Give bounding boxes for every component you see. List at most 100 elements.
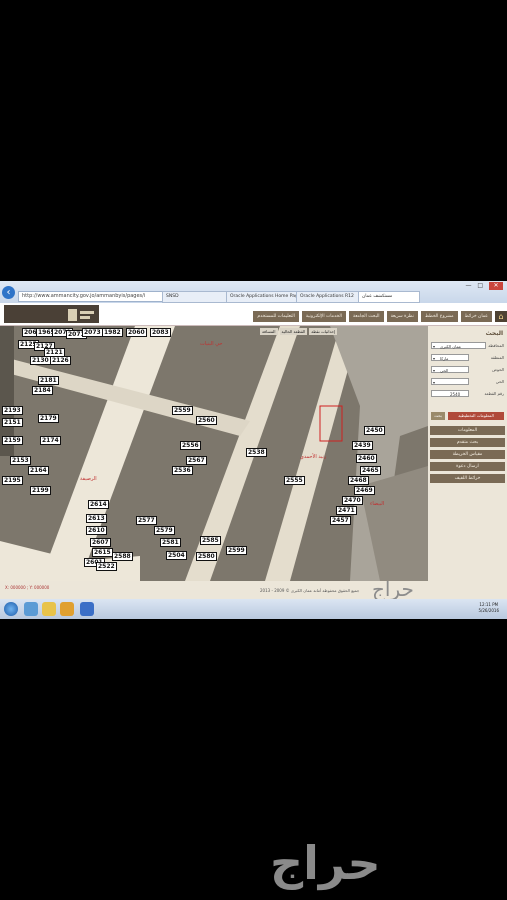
parcel-label[interactable]: 2073: [82, 328, 103, 337]
search-button[interactable]: بحث: [431, 412, 445, 420]
panel-title: البحث: [485, 330, 503, 337]
address-bar[interactable]: http://www.ammancity.gov.jo/ammanbyis/pa…: [18, 291, 163, 302]
parcel-label[interactable]: 2465: [360, 466, 381, 475]
browser-chrome: ‹ http://www.ammancity.gov.jo/ammanbyis/…: [0, 281, 507, 303]
nav-e-services[interactable]: الخدمات الإلكترونية: [301, 311, 346, 322]
parcel-label[interactable]: 2559: [172, 406, 193, 415]
parcel-label[interactable]: 1982: [102, 328, 123, 337]
parcel-label[interactable]: 2580: [196, 552, 217, 561]
browser-tab-oracle-home[interactable]: Oracle Applications Home Page: [226, 291, 300, 303]
district-label: المنطقة: [490, 355, 504, 360]
parcel-label[interactable]: 2581: [160, 538, 181, 547]
governorate-label: المحافظة: [488, 343, 504, 348]
parcel-label[interactable]: 2450: [364, 426, 385, 435]
parcel-label[interactable]: 2199: [30, 486, 51, 495]
parcel-label[interactable]: 2159: [2, 436, 23, 445]
amman-logo: [4, 305, 99, 323]
parcel-number-label: رقم القطعة: [484, 391, 505, 396]
menu-send-invite[interactable]: ارسال دعوة: [430, 462, 505, 471]
parcel-label[interactable]: 2567: [186, 456, 207, 465]
browser-tab-snsd[interactable]: SNSD: [162, 291, 228, 303]
district-select[interactable]: ▾ ماركا: [431, 354, 469, 361]
parcel-label[interactable]: 2130: [30, 356, 51, 365]
parcel-label[interactable]: 2610: [86, 526, 107, 535]
minimize-button[interactable]: —: [465, 282, 473, 289]
chevron-down-icon: ▾: [433, 380, 436, 385]
parcel-label[interactable]: 2439: [352, 441, 373, 450]
parcel-label[interactable]: 2560: [196, 416, 217, 425]
nav-quick-view[interactable]: نظرة سريعة: [386, 311, 418, 322]
close-button[interactable]: ✕: [489, 282, 503, 290]
parcel-label[interactable]: 2585: [200, 536, 221, 545]
parcel-label[interactable]: 2556: [180, 441, 201, 450]
parcel-label[interactable]: 2614: [88, 500, 109, 509]
parcel-label[interactable]: 2588: [112, 552, 133, 561]
parcel-label[interactable]: 2195: [2, 476, 23, 485]
parcel-label[interactable]: 2153: [10, 456, 31, 465]
menu-map-scale[interactable]: مقياس الخريطة: [430, 450, 505, 459]
parcel-label[interactable]: 2179: [38, 414, 59, 423]
parcel-label[interactable]: 2151: [2, 418, 23, 427]
app-navigation: ⌂ عمان خرائط مشروع الخطط نظرة سريعة البح…: [250, 311, 507, 325]
parcel-label[interactable]: 2457: [330, 516, 351, 525]
haraj-watermark-text: حراج: [270, 836, 381, 890]
nav-user-help[interactable]: التعليمات للمستخدم: [253, 311, 299, 322]
map-tab-distance[interactable]: المسافة: [260, 328, 278, 335]
parcel-label[interactable]: 2460: [356, 454, 377, 463]
menu-info[interactable]: المعلومات: [430, 426, 505, 435]
nav-plans-project[interactable]: مشروع الخطط: [420, 311, 458, 322]
neighborhood-select[interactable]: ▾: [431, 378, 469, 385]
start-button-icon[interactable]: [4, 602, 18, 616]
menu-maps[interactable]: خرائط اللفيف: [430, 474, 505, 483]
parcel-label[interactable]: 2504: [166, 551, 187, 560]
field-district: ▾ ماركا المنطقة: [431, 354, 504, 362]
parcel-label[interactable]: 2538: [246, 448, 267, 457]
nav-amman-maps[interactable]: عمان خرائط: [460, 311, 492, 322]
parcel-label[interactable]: 2126: [50, 356, 71, 365]
parcel-label[interactable]: 2181: [38, 376, 59, 385]
map-tab-current-parcel[interactable]: القطعة الحالية: [279, 328, 308, 335]
parcel-label[interactable]: 2083: [150, 328, 171, 337]
outlook-icon[interactable]: [80, 602, 94, 616]
parcel-label[interactable]: 2060: [126, 328, 147, 337]
folder-icon[interactable]: [42, 602, 56, 616]
parcel-label[interactable]: 2471: [336, 506, 357, 515]
map-tab-point-coords[interactable]: إحداثيات نقطة: [309, 328, 338, 335]
media-player-icon[interactable]: [60, 602, 74, 616]
parcel-label[interactable]: 2555: [284, 476, 305, 485]
parcel-label[interactable]: 2607: [90, 538, 111, 547]
browser-tab-oracle-r12[interactable]: Oracle Applications R12: [296, 291, 362, 303]
parcel-label[interactable]: 2470: [342, 496, 363, 505]
parcel-label[interactable]: 2164: [28, 466, 49, 475]
back-arrow-icon[interactable]: ‹: [2, 286, 15, 299]
parcel-label[interactable]: 2184: [32, 386, 53, 395]
parcel-label[interactable]: 2579: [154, 526, 175, 535]
place-label: الرصيفة: [80, 476, 97, 482]
parcel-label[interactable]: 2536: [172, 466, 193, 475]
basin-select[interactable]: ▾ الحي: [431, 366, 469, 373]
map-view[interactable]: المسافة القطعة الحالية إحداثيات نقطة 206…: [0, 326, 428, 581]
chevron-down-icon: ▾: [433, 368, 436, 373]
field-neighborhood: ▾ الحي: [431, 378, 504, 386]
menu-advanced-search[interactable]: بحث متقدم: [430, 438, 505, 447]
parcel-label[interactable]: 2577: [136, 516, 157, 525]
parcel-label[interactable]: 2613: [86, 514, 107, 523]
parcel-label[interactable]: 2174: [40, 436, 61, 445]
parcel-label[interactable]: 2469: [354, 486, 375, 495]
governorate-select[interactable]: ▾ عمان الكبرى: [431, 342, 486, 349]
planning-info-button[interactable]: المعلومات التخطيطية: [448, 412, 504, 420]
nav-search[interactable]: البحث الجامعة: [348, 311, 384, 322]
parcel-label[interactable]: 2193: [2, 406, 23, 415]
browser-tab-amman[interactable]: مستكشف عمان: [358, 291, 420, 303]
ie-icon[interactable]: [24, 602, 38, 616]
parcel-label[interactable]: 2468: [348, 476, 369, 485]
parcel-label[interactable]: 2522: [96, 562, 117, 571]
parcel-label[interactable]: 2599: [226, 546, 247, 555]
home-icon[interactable]: ⌂: [495, 311, 507, 322]
place-label: زنيد الأحمدي: [300, 454, 327, 460]
parcel-label[interactable]: 2615: [92, 548, 113, 557]
haraj-watermark-small: حراج: [372, 577, 414, 601]
maximize-button[interactable]: □: [477, 282, 485, 289]
parcel-number-input[interactable]: 2540: [431, 390, 469, 397]
system-tray-clock[interactable]: 12:11 PM 5/26/2016: [478, 602, 499, 614]
